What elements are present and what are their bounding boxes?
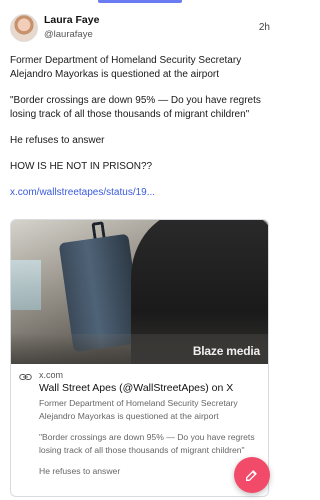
avatar[interactable] [10, 14, 38, 42]
image-window [11, 260, 41, 310]
image-watermark: Blaze media [192, 344, 260, 358]
card-image[interactable]: Blaze media [11, 220, 268, 364]
post-paragraph: HOW IS HE NOT IN PRISON?? [10, 161, 153, 172]
post-paragraph: Former Department of Homeland Security S… [10, 55, 242, 80]
card-desc-paragraph: "Border crossings are down 95% — Do you … [39, 432, 255, 455]
post-time: 2h [258, 22, 270, 33]
post-body: Former Department of Homeland Security S… [10, 54, 270, 200]
link-icon [19, 374, 32, 380]
card-meta: x.com Wall Street Apes (@WallStreetApes)… [11, 364, 268, 478]
card-domain: x.com [39, 370, 64, 380]
card-description: Former Department of Homeland Security S… [39, 397, 260, 478]
compose-button[interactable] [234, 457, 270, 493]
author-handle[interactable]: @laurafaye [44, 29, 93, 40]
author-name[interactable]: Laura Faye [44, 14, 99, 26]
post-link[interactable]: x.com/wallstreetapes/status/19... [10, 186, 155, 200]
link-preview-card[interactable]: Blaze media x.com Wall Street Apes (@Wal… [10, 219, 269, 497]
tab-indicator [98, 0, 182, 3]
compose-icon [246, 470, 257, 481]
post-paragraph: He refuses to answer [10, 135, 105, 146]
card-desc-paragraph: Former Department of Homeland Security S… [39, 398, 238, 421]
post-header: Laura Faye @laurafaye 2h [10, 14, 270, 46]
post-paragraph: "Border crossings are down 95% — Do you … [10, 95, 261, 120]
card-title[interactable]: Wall Street Apes (@WallStreetApes) on X [39, 382, 260, 394]
card-desc-paragraph: He refuses to answer [39, 466, 121, 476]
